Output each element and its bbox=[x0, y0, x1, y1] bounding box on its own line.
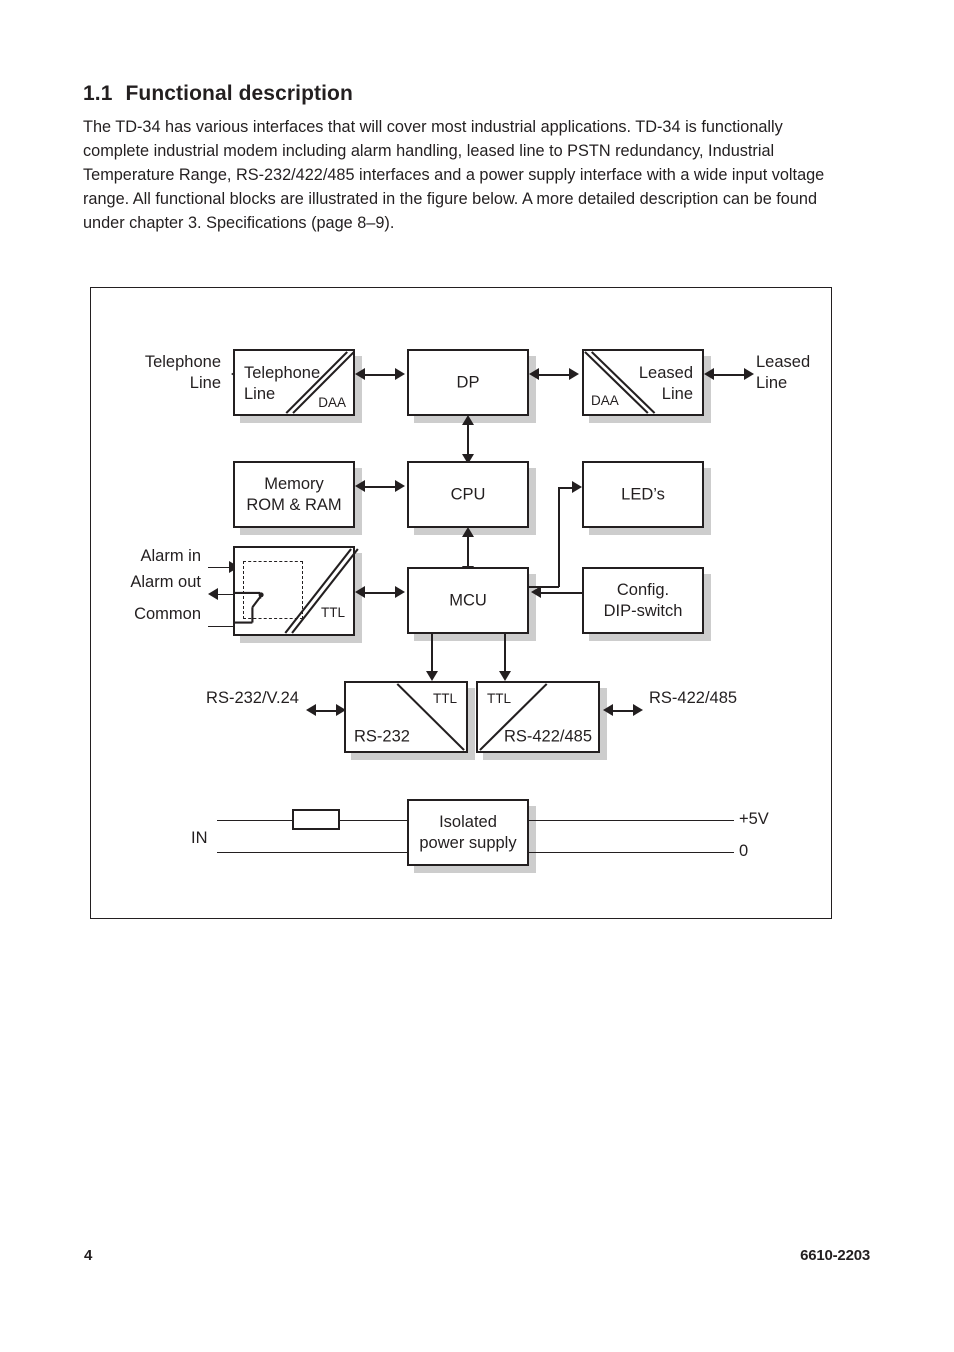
telephone-to-dp-arrow-right bbox=[395, 368, 405, 380]
alarm-to-mcu-arrow-right bbox=[395, 586, 405, 598]
memory-block: Memory ROM & RAM bbox=[233, 461, 355, 528]
dp-to-cpu-arrow-up bbox=[462, 415, 474, 425]
footer-document-code: 6610-2203 bbox=[800, 1247, 870, 1264]
dp-block-label: DP bbox=[456, 373, 480, 391]
telephone-line-block: Telephone Line DAA bbox=[233, 349, 355, 416]
rs232-port-label: RS-232/V.24 bbox=[206, 689, 299, 707]
alarm-ttl-tag: TTL bbox=[320, 605, 345, 620]
mcu-to-leds-arrow bbox=[572, 481, 582, 493]
dip-switch-to-mcu-connector bbox=[539, 592, 583, 594]
mcu-to-leds-segment-vertical bbox=[558, 487, 560, 587]
fuse-symbol bbox=[292, 809, 340, 830]
alarm-out-arrow bbox=[208, 588, 218, 600]
intro-text: The TD-34 has various interfaces that wi… bbox=[83, 118, 825, 233]
cpu-block: CPU bbox=[407, 461, 529, 528]
leased-line-output-connector bbox=[710, 374, 748, 376]
power-output-plus5v-label: +5V bbox=[739, 810, 769, 828]
rs232-port-arrow-left bbox=[306, 704, 316, 716]
rs422-port-arrow-left bbox=[603, 704, 613, 716]
leased-line-arrow-left bbox=[704, 368, 714, 380]
power-supply-block-label: Isolated power supply bbox=[419, 812, 517, 852]
alarm-in-label: Alarm in bbox=[140, 547, 201, 565]
cpu-to-mcu-connector bbox=[467, 534, 469, 570]
cpu-to-mcu-arrow-up bbox=[462, 527, 474, 537]
mcu-to-rs422-connector bbox=[504, 633, 506, 675]
power-supply-block: Isolated power supply bbox=[407, 799, 529, 866]
power-input-rail-bottom bbox=[217, 852, 407, 853]
telephone-line-daa-tag: DAA bbox=[318, 395, 346, 410]
functional-block-diagram: Telephone Line Telephone Line DAA DP Lea… bbox=[90, 287, 832, 919]
dp-to-cpu-connector bbox=[467, 422, 469, 458]
telephone-to-dp-arrow-left bbox=[355, 368, 365, 380]
memory-block-label: Memory ROM & RAM bbox=[246, 474, 342, 514]
rs232-block-label: RS-232 bbox=[354, 727, 410, 746]
section-heading: 1.1 Functional description bbox=[83, 82, 353, 106]
mcu-to-rs232-connector bbox=[431, 633, 433, 675]
leds-block-label: LED’s bbox=[621, 485, 665, 503]
dip-switch-block-label: Config. DIP-switch bbox=[603, 580, 683, 620]
dp-block: DP bbox=[407, 349, 529, 416]
leased-line-daa-tag: DAA bbox=[591, 393, 619, 408]
mcu-block: MCU bbox=[407, 567, 529, 634]
rs422-port-arrow-right bbox=[633, 704, 643, 716]
rs422-block: TTL RS-422/485 bbox=[476, 681, 600, 753]
power-output-zero-label: 0 bbox=[739, 842, 749, 860]
leased-line-output-label: Leased Line bbox=[756, 353, 811, 392]
memory-to-cpu-arrow-left bbox=[355, 480, 365, 492]
rs422-block-label: RS-422/485 bbox=[503, 727, 592, 746]
alarm-interface-block: TTL bbox=[233, 546, 359, 636]
telephone-line-input-label: Telephone Line bbox=[144, 353, 221, 392]
alarm-to-mcu-connector bbox=[361, 592, 399, 594]
cpu-block-label: CPU bbox=[450, 485, 486, 503]
alarm-out-label: Alarm out bbox=[130, 573, 201, 591]
telephone-to-dp-connector bbox=[361, 374, 399, 376]
common-label: Common bbox=[134, 605, 201, 623]
relay-enclosure bbox=[243, 561, 303, 619]
power-input-label: IN bbox=[191, 829, 208, 847]
dip-switch-block: Config. DIP-switch bbox=[582, 567, 704, 634]
alarm-to-mcu-arrow-left bbox=[355, 586, 365, 598]
rs232-block: TTL RS-232 bbox=[344, 681, 468, 753]
rs422-port-label: RS-422/485 bbox=[649, 689, 738, 707]
intro-paragraph: The TD-34 has various interfaces that wi… bbox=[83, 115, 825, 235]
section-title: Functional description bbox=[125, 82, 353, 105]
power-output-rail-zero bbox=[529, 852, 734, 853]
mcu-to-rs422-arrow bbox=[499, 671, 511, 681]
leds-block: LED’s bbox=[582, 461, 704, 528]
power-input-rail-top-left bbox=[217, 820, 292, 821]
memory-to-cpu-arrow-right bbox=[395, 480, 405, 492]
dip-switch-to-mcu-arrow bbox=[531, 586, 541, 598]
dp-to-leased-arrow-right bbox=[569, 368, 579, 380]
section-number: 1.1 bbox=[83, 82, 113, 105]
leased-line-arrow-right bbox=[744, 368, 754, 380]
dp-to-leased-connector bbox=[535, 374, 573, 376]
footer-page-number: 4 bbox=[84, 1247, 93, 1264]
mcu-to-rs232-arrow bbox=[426, 671, 438, 681]
power-output-rail-plus5v bbox=[529, 820, 734, 821]
power-input-rail-top-right bbox=[340, 820, 407, 821]
rs422-ttl-tag: TTL bbox=[487, 691, 512, 706]
leased-line-block: Leased Line DAA bbox=[582, 349, 704, 416]
mcu-block-label: MCU bbox=[449, 591, 487, 609]
rs232-ttl-tag: TTL bbox=[432, 691, 457, 706]
memory-to-cpu-connector bbox=[361, 486, 399, 488]
dp-to-leased-arrow-left bbox=[529, 368, 539, 380]
